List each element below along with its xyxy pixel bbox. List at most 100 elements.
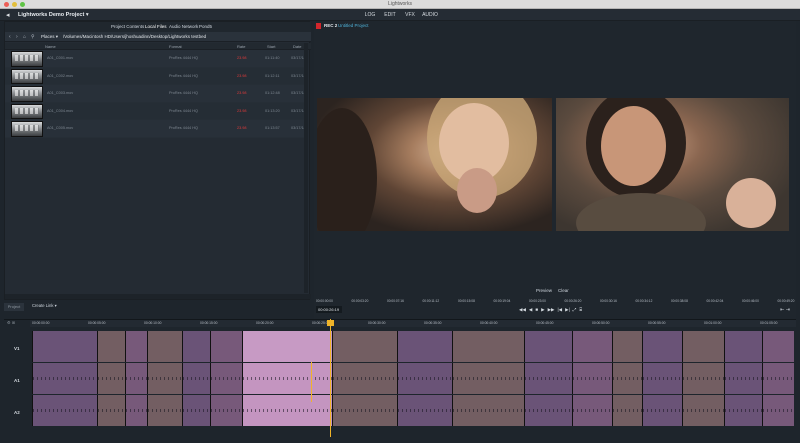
tab-pond5[interactable]: Pond5 [199,24,212,29]
timeline-settings-icon[interactable]: ⚙ ⊞ [4,320,30,327]
back-icon[interactable]: ‹ [9,34,11,40]
source-frame-image[interactable] [317,98,552,231]
playhead-handle[interactable] [327,320,334,326]
folder-path[interactable]: /Volumes/Macintosh HD/Users/jhoshuadinn/… [63,34,206,39]
timeline-clip[interactable] [147,363,182,394]
record-frame-image[interactable] [556,98,789,231]
timeline-clip[interactable] [210,331,242,362]
forward-icon[interactable]: › [16,34,18,40]
column-rate[interactable]: Rate [237,44,245,49]
timeline-clip[interactable] [97,395,125,426]
timeline-clip[interactable] [612,363,642,394]
timeline-clip[interactable] [182,395,210,426]
timeline-clip[interactable] [32,395,97,426]
tab-audio-network[interactable]: Audio Network [169,24,198,29]
timeline-clip[interactable] [642,395,682,426]
up-folder-icon[interactable]: ⌂ [23,34,26,40]
in-point-marker[interactable] [311,362,312,402]
tab-local-files[interactable]: Local Files [145,24,167,29]
timeline-clip[interactable] [210,363,242,394]
timeline-clip[interactable] [182,331,210,362]
timeline-ruler[interactable]: 00:00:00:00 00:00:05:00 00:00:10:00 00:00:1… [30,320,796,327]
video-track-v1[interactable] [32,331,794,362]
step-back-icon[interactable]: ◀ [529,307,532,313]
timeline-clip[interactable] [332,363,397,394]
timeline-clip[interactable] [724,395,762,426]
timeline-clip[interactable] [397,331,452,362]
viewer-ruler[interactable]: 00:00:00:00 00:00:03:20 00:00:07:16 00:00:1… [314,298,796,304]
track-label-a2[interactable]: A2 [14,410,20,415]
project-tab[interactable]: Project [4,303,24,311]
timeline-clip[interactable] [242,395,332,426]
tab-vfx[interactable]: VFX [400,12,420,18]
timeline-clip[interactable] [332,395,397,426]
timecode-display[interactable]: 00:00:26:19 [316,306,342,313]
timeline-clip[interactable] [397,363,452,394]
timeline-clip[interactable] [242,331,332,362]
go-to-start-icon[interactable]: |◀ [558,307,563,313]
timeline-clip[interactable] [642,363,682,394]
audio-track-a1[interactable] [32,363,794,394]
timeline-clip[interactable] [524,395,572,426]
file-row[interactable]: A01_C003.mov ProRes 4444 HQ 23.98 01:12:48 0… [5,85,306,103]
timeline-clip[interactable] [682,331,724,362]
clear-button[interactable]: Clear [558,288,569,293]
timeline-clip[interactable] [724,331,762,362]
timeline-clip[interactable] [397,395,452,426]
track-label-v1[interactable]: V1 [14,346,20,351]
timeline-clip[interactable] [32,363,97,394]
track-label-a1[interactable]: A1 [14,378,20,383]
file-row[interactable]: A01_C004.mov ProRes 4444 HQ 23.98 01:13:20 0… [5,102,306,120]
timeline-clip[interactable] [210,395,242,426]
timeline-clip[interactable] [572,363,612,394]
timeline-clip[interactable] [452,331,524,362]
timeline-clip[interactable] [332,331,397,362]
timeline-clip[interactable] [182,363,210,394]
audio-track-a2[interactable] [32,395,794,426]
file-row[interactable]: A01_C001.mov ProRes 4444 HQ 23.98 01:11:40 0… [5,50,306,68]
play-icon[interactable]: ▶ [541,307,544,313]
create-link-button[interactable]: Create Link ▾ [32,303,57,308]
horizontal-scrollbar[interactable] [5,294,311,299]
places-dropdown[interactable]: Places ▾ [41,34,58,40]
column-start[interactable]: Start [267,44,275,49]
fit-icon[interactable]: ⤢ [573,307,577,313]
timeline-clip[interactable] [125,363,147,394]
project-menu[interactable]: Lightworks Demo Project ▾ [18,12,89,18]
layout-icon[interactable]: ⌸ [579,307,582,313]
file-row[interactable]: A01_C002.mov ProRes 4444 HQ 23.98 01:12:11 0… [5,67,306,85]
fast-forward-icon[interactable]: ▶▶ [548,307,555,313]
timeline-clip[interactable] [97,363,125,394]
timeline-clip[interactable] [125,331,147,362]
timeline-clip[interactable] [642,331,682,362]
stop-icon[interactable]: ■ [535,307,538,313]
timeline-clip[interactable] [762,331,794,362]
timeline-clip[interactable] [572,331,612,362]
timeline-clip[interactable] [724,363,762,394]
clip-thumbnail[interactable] [11,86,43,102]
timeline-clip[interactable] [682,395,724,426]
clip-thumbnail[interactable] [11,121,43,137]
timeline-clip[interactable] [682,363,724,394]
vertical-scrollbar[interactable] [304,43,308,293]
column-name[interactable]: Name [45,44,56,49]
sequence-name[interactable]: Untitled Project [338,23,369,28]
timeline-clip[interactable] [524,363,572,394]
timeline-clip[interactable] [612,395,642,426]
timeline-clip[interactable] [97,331,125,362]
timeline-clip[interactable] [762,395,794,426]
timeline-clip[interactable] [147,395,182,426]
clip-thumbnail[interactable] [11,51,43,67]
rewind-icon[interactable]: ◀◀ [519,307,526,313]
tab-edit[interactable]: EDIT [380,12,400,18]
timeline-clip[interactable] [242,363,332,394]
timeline-clip[interactable] [125,395,147,426]
timeline-clip[interactable] [452,363,524,394]
clip-thumbnail[interactable] [11,68,43,84]
nudge-arrows-icon[interactable]: ⇤ ⇥ [780,307,790,313]
timeline-clip[interactable] [762,363,794,394]
playhead[interactable] [330,319,331,437]
filter-icon[interactable]: ⚲ [31,34,35,40]
timeline-clip[interactable] [612,331,642,362]
timeline-clip[interactable] [452,395,524,426]
